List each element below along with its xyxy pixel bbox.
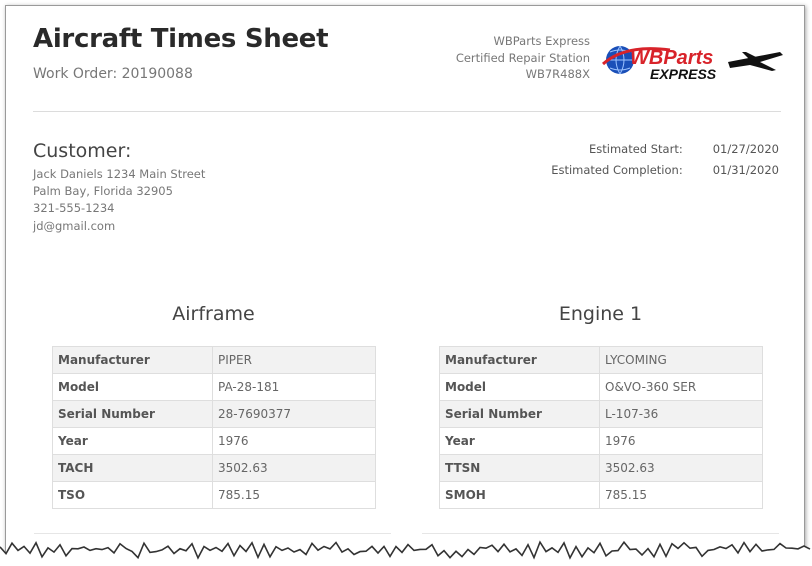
company-info: WBParts Express Certified Repair Station… [456, 33, 590, 83]
table-key: TTSN [439, 454, 600, 482]
table-key: Serial Number [52, 400, 213, 428]
table-key: Model [439, 373, 600, 401]
table-value: 28-7690377 [212, 400, 376, 428]
table-row: TACH 3502.63 [52, 454, 376, 482]
table-row: TTSN 3502.63 [439, 454, 763, 482]
table-value: 1976 [212, 427, 376, 455]
table-row: Serial Number 28-7690377 [52, 400, 376, 428]
table-value: 785.15 [212, 481, 376, 509]
estimated-dates: Estimated Start: 01/27/2020 Estimated Co… [551, 142, 779, 184]
table-value: PIPER [212, 346, 376, 374]
table-row: Manufacturer PIPER [52, 346, 376, 374]
logo-text-bottom: EXPRESS [650, 66, 717, 82]
table-value: LYCOMING [599, 346, 763, 374]
estimated-completion-row: Estimated Completion: 01/31/2020 [551, 163, 779, 184]
date-value: 01/31/2020 [712, 163, 779, 177]
customer-email: jd@gmail.com [33, 218, 116, 233]
airframe-divider [34, 533, 391, 534]
customer-details: Jack Daniels 1234 Main Street Palm Bay, … [33, 166, 205, 235]
date-value: 01/27/2020 [712, 142, 779, 156]
table-row: Year 1976 [439, 427, 763, 455]
table-key: Serial Number [439, 400, 600, 428]
airframe-table: Manufacturer PIPER Model PA-28-181 Serial … [52, 346, 376, 509]
customer-name-address: Jack Daniels 1234 Main Street [33, 167, 206, 181]
table-value: L-107-36 [599, 400, 763, 428]
table-value: 3502.63 [212, 454, 376, 482]
table-key: TACH [52, 454, 213, 482]
table-row: Model PA-28-181 [52, 373, 376, 401]
customer-phone: 321-555-1234 [33, 201, 115, 216]
company-certification: Certified Repair Station [455, 50, 590, 65]
engine-divider [422, 533, 779, 534]
customer-heading: Customer: [33, 140, 132, 162]
table-value: 785.15 [599, 481, 763, 509]
torn-page-edge [0, 540, 812, 566]
company-station-id: WB7R488X [525, 67, 590, 81]
date-label: Estimated Completion: [551, 163, 683, 177]
table-value: 3502.63 [599, 454, 763, 482]
table-key: TSO [52, 481, 213, 509]
table-key: Year [439, 427, 600, 455]
table-key: Manufacturer [439, 346, 600, 374]
airframe-heading: Airframe [172, 303, 255, 325]
header-divider [33, 111, 781, 112]
table-value: 1976 [599, 427, 763, 455]
table-row: TSO 785.15 [52, 481, 376, 509]
table-row: Manufacturer LYCOMING [439, 346, 763, 374]
table-key: Model [52, 373, 213, 401]
table-value: PA-28-181 [212, 373, 376, 401]
date-label: Estimated Start: [588, 142, 683, 156]
wbparts-express-logo: WBParts EXPRESS [601, 45, 783, 82]
table-key: Manufacturer [52, 346, 213, 374]
estimated-start-row: Estimated Start: 01/27/2020 [551, 142, 779, 163]
table-key: SMOH [439, 481, 600, 509]
table-row: Year 1976 [52, 427, 376, 455]
airplane-icon [728, 52, 783, 71]
engine-table: Manufacturer LYCOMING Model O&VO-360 SER S… [439, 346, 763, 509]
times-sheet-page: Aircraft Times Sheet Work Order: 2019008… [5, 5, 805, 560]
table-row: SMOH 785.15 [439, 481, 763, 509]
work-order-number: Work Order: 20190088 [33, 66, 193, 82]
table-value: O&VO-360 SER [599, 373, 763, 401]
company-name: WBParts Express [493, 34, 590, 48]
table-row: Model O&VO-360 SER [439, 373, 763, 401]
engine-heading: Engine 1 [558, 303, 643, 325]
table-row: Serial Number L-107-36 [439, 400, 763, 428]
page-title: Aircraft Times Sheet [33, 24, 329, 54]
customer-city: Palm Bay, Florida 32905 [33, 184, 173, 199]
table-key: Year [52, 427, 213, 455]
